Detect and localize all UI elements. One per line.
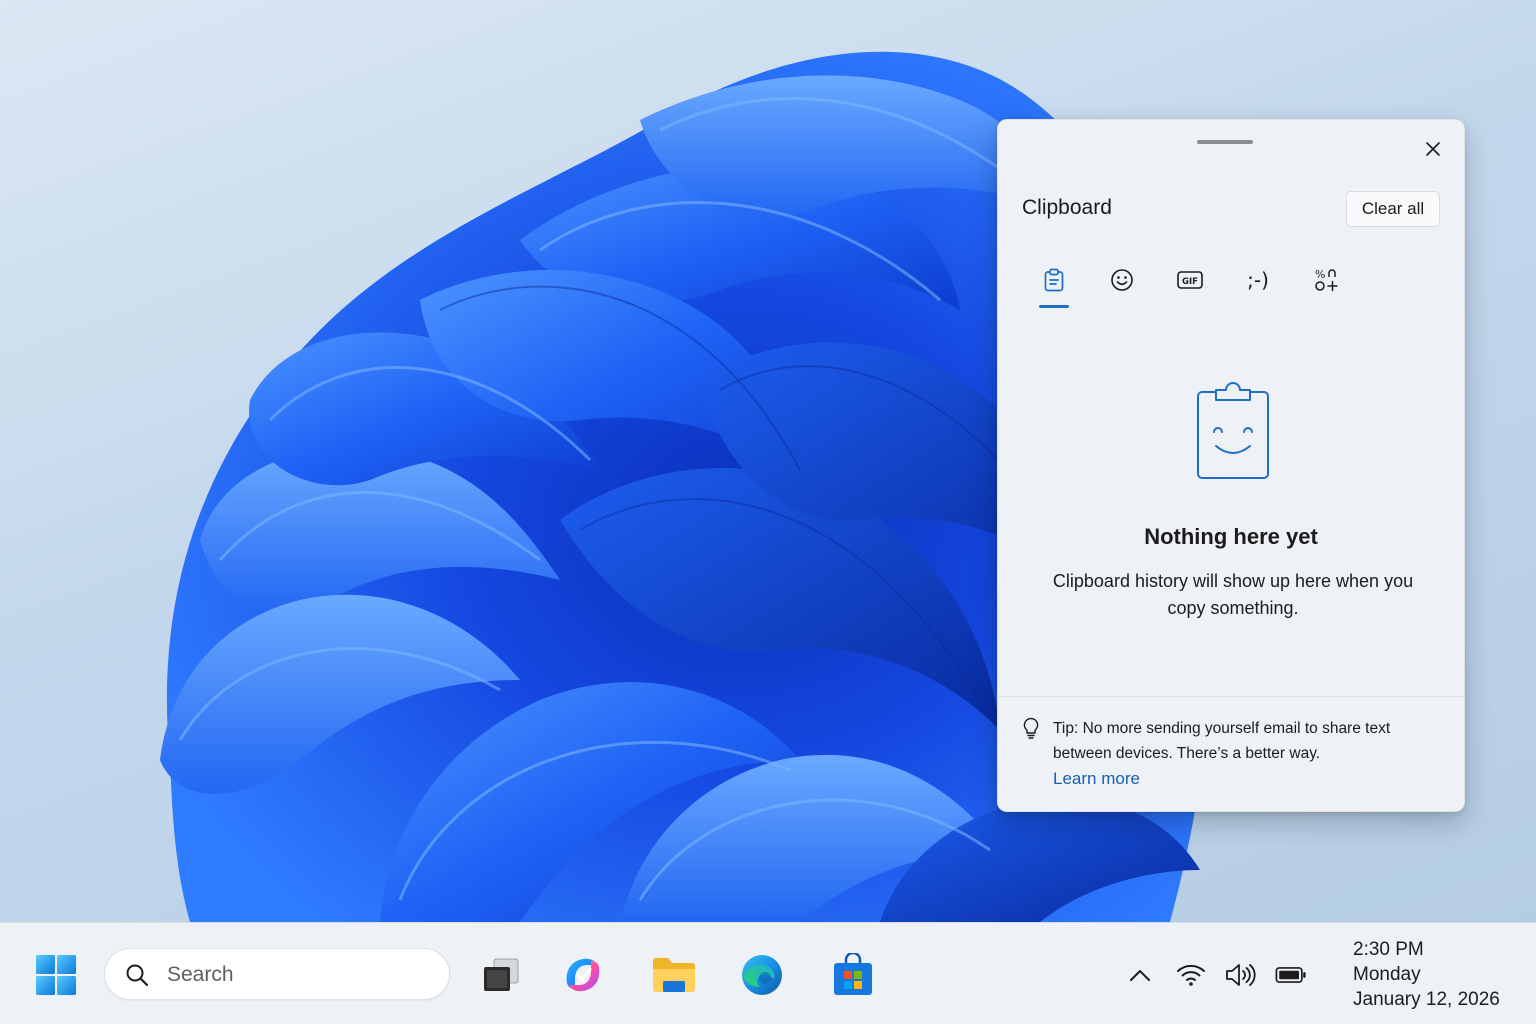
clipboard-icon [1044,268,1064,292]
copilot-button[interactable] [559,951,607,999]
search-placeholder: Search [167,963,234,986]
svg-text:%: % [1315,268,1325,281]
microsoft-store-button[interactable] [829,951,877,999]
network-button[interactable] [1175,959,1207,991]
taskbar-search-box[interactable]: Search [104,948,450,1000]
file-explorer-button[interactable] [650,951,698,999]
clock-date[interactable]: 2:30 PM Monday January 12, 2026 [1353,937,1500,1012]
wifi-icon [1177,964,1205,986]
selected-tab-indicator [1039,305,1069,308]
smiling-clipboard-icon [1197,382,1269,479]
svg-text:GIF: GIF [1182,277,1198,287]
copilot-icon [566,958,600,992]
panel-title: Clipboard [1022,196,1112,219]
tab-emoji[interactable] [1100,258,1144,302]
close-button[interactable] [1417,133,1449,165]
gif-icon: GIF [1177,271,1203,289]
edge-button[interactable] [738,951,786,999]
tab-gif[interactable]: GIF [1168,258,1212,302]
tab-kaomoji[interactable]: ;-) [1236,258,1280,302]
clock-date-text: January 12, 2026 [1353,989,1500,1010]
clock-time: 2:30 PM [1353,939,1424,960]
lightbulb-icon [1023,717,1039,739]
battery-button[interactable] [1275,959,1307,991]
clock-day: Monday [1353,964,1421,985]
learn-more-link[interactable]: Learn more [1053,769,1140,789]
clipboard-panel: Clipboard Clear all GIF ;-) % Nothing he… [997,119,1465,812]
volume-icon [1226,964,1256,986]
tab-symbols[interactable]: % [1304,258,1348,302]
search-icon [126,964,149,987]
store-icon [834,953,872,995]
empty-state-description: Clipboard history will show up here when… [1052,571,1414,618]
kaomoji-icon: ;-) [1247,268,1269,292]
chevron-up-icon [1130,970,1150,981]
battery-icon [1275,967,1306,983]
tip-text: Tip: No more sending yourself email to s… [1053,720,1391,762]
task-view-button[interactable] [476,951,524,999]
drag-handle[interactable] [1197,140,1253,144]
show-hidden-icons-button[interactable] [1124,959,1156,991]
edge-icon [742,955,782,995]
clear-all-button[interactable]: Clear all [1346,191,1440,227]
tab-clipboard[interactable] [1032,258,1076,308]
start-button[interactable] [32,951,80,999]
empty-state-title: Nothing here yet [1144,524,1318,549]
volume-button[interactable] [1224,959,1256,991]
close-icon [1426,142,1440,156]
task-view-icon [484,958,519,991]
emoji-icon [1111,269,1133,291]
divider [998,696,1464,697]
taskbar: Search 2:30 PM Monday January 12, 2026 [0,922,1536,1024]
windows-logo-icon [36,955,76,995]
symbols-icon: % [1315,268,1338,292]
folder-icon [653,958,695,992]
